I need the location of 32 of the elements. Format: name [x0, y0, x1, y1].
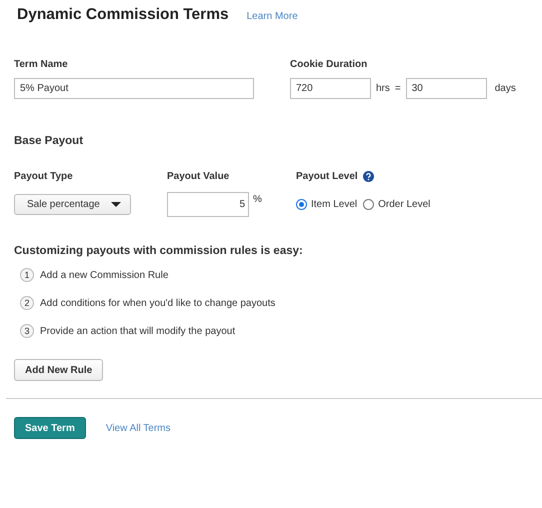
learn-more-link[interactable]: Learn More	[246, 11, 298, 22]
step-number: 1	[20, 268, 34, 282]
payout-type-dropdown[interactable]: Sale percentage	[14, 194, 131, 215]
step-text: Provide an action that will modify the payout	[40, 326, 236, 336]
unit-label: %	[253, 194, 262, 205]
payout-value-field[interactable]: 5	[167, 192, 249, 217]
field-label: Cookie Duration	[290, 59, 368, 70]
page-title: Dynamic Commission Terms	[17, 6, 229, 24]
days-field[interactable]: 30	[406, 78, 487, 99]
hours-field[interactable]: 720	[290, 78, 371, 99]
radio-button[interactable]	[296, 199, 307, 210]
field-label: Term Name	[14, 59, 68, 70]
step-number: 2	[20, 296, 34, 310]
help-icon[interactable]	[362, 171, 374, 182]
step-text: Add conditions for when you'd like to change payouts	[40, 298, 276, 308]
add-rule-button[interactable]: Add New Rule	[14, 359, 104, 381]
unit-label: hrs	[376, 83, 390, 94]
step-number: 3	[20, 324, 34, 338]
radio-label[interactable]: Item Level	[311, 199, 358, 210]
section-title: Customizing payouts with commission rules is easy:	[14, 245, 303, 257]
term-name-field[interactable]: 5% Payout	[14, 78, 254, 99]
equals-sign: =	[394, 83, 401, 94]
radio-label[interactable]: Order Level	[378, 199, 430, 210]
field-label: Payout Value	[167, 171, 230, 182]
radio-button[interactable]	[363, 199, 374, 210]
section-title: Base Payout	[14, 135, 84, 147]
unit-label: days	[494, 83, 516, 94]
view-all-link[interactable]: View All Terms	[106, 422, 170, 434]
step-text: Add a new Commission Rule	[40, 270, 168, 280]
field-label: Payout Type	[14, 171, 73, 182]
field-label: Payout Level	[296, 171, 358, 182]
save-button[interactable]: Save Term	[14, 417, 86, 439]
